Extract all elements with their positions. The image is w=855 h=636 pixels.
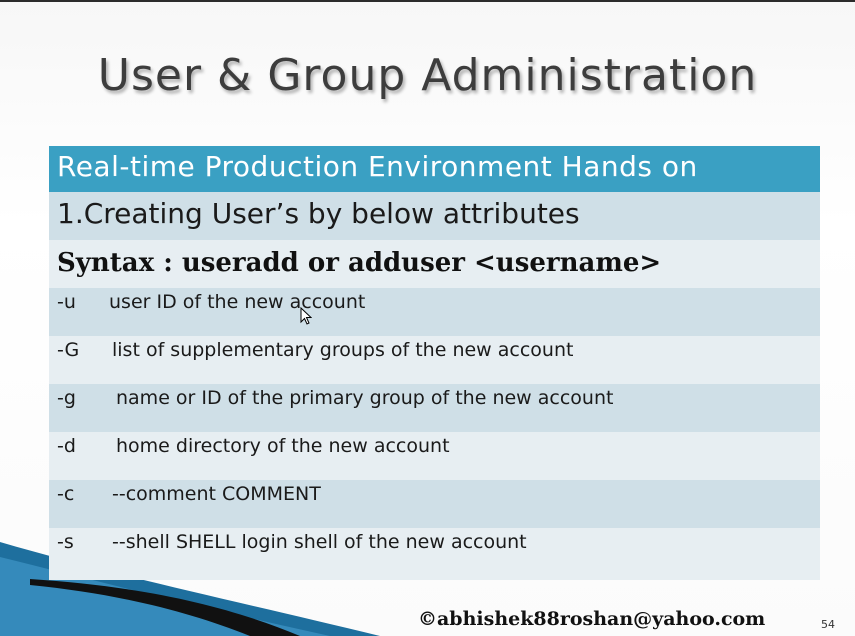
mouse-cursor-icon [300,307,312,325]
table-syntax-row: Syntax : useradd or adduser <username> [49,240,820,288]
table-header-row: Real-time Production Environment Hands o… [49,146,820,192]
syntax-text: Syntax : useradd or adduser <username> [57,248,662,278]
copyright-footer: ©abhishek88roshan@yahoo.com [418,608,766,630]
option-description: home directory of the new account [116,435,450,457]
option-description: list of supplementary groups of the new … [112,339,574,361]
page-number: 54 [821,618,835,631]
option-flag: -G [57,339,80,361]
option-description: --comment COMMENT [112,483,321,505]
table-subtitle-row: 1.Creating User’s by below attributes [49,192,820,240]
option-description: --shell SHELL login shell of the new acc… [112,531,527,553]
option-description: user ID of the new account [109,291,366,313]
option-flag: -s [57,531,74,553]
option-description: name or ID of the primary group of the n… [116,387,614,409]
subtitle-text: 1.Creating User’s by below attributes [57,197,580,230]
option-flag: -d [57,435,76,457]
option-row: -d home directory of the new account [49,432,820,480]
header-text: Real-time Production Environment Hands o… [57,150,698,183]
option-flag: -c [57,483,75,505]
option-flag: -u [57,291,76,313]
option-flag: -g [57,387,76,409]
option-row: -u user ID of the new account [49,288,820,336]
option-row: -g name or ID of the primary group of th… [49,384,820,432]
options-table: Real-time Production Environment Hands o… [49,146,820,580]
option-row: -c --comment COMMENT [49,480,820,528]
slide: User & Group Administration Real-time Pr… [0,2,855,636]
option-row: -s --shell SHELL login shell of the new … [49,528,820,580]
slide-title: User & Group Administration [97,50,758,101]
option-row: -G list of supplementary groups of the n… [49,336,820,384]
